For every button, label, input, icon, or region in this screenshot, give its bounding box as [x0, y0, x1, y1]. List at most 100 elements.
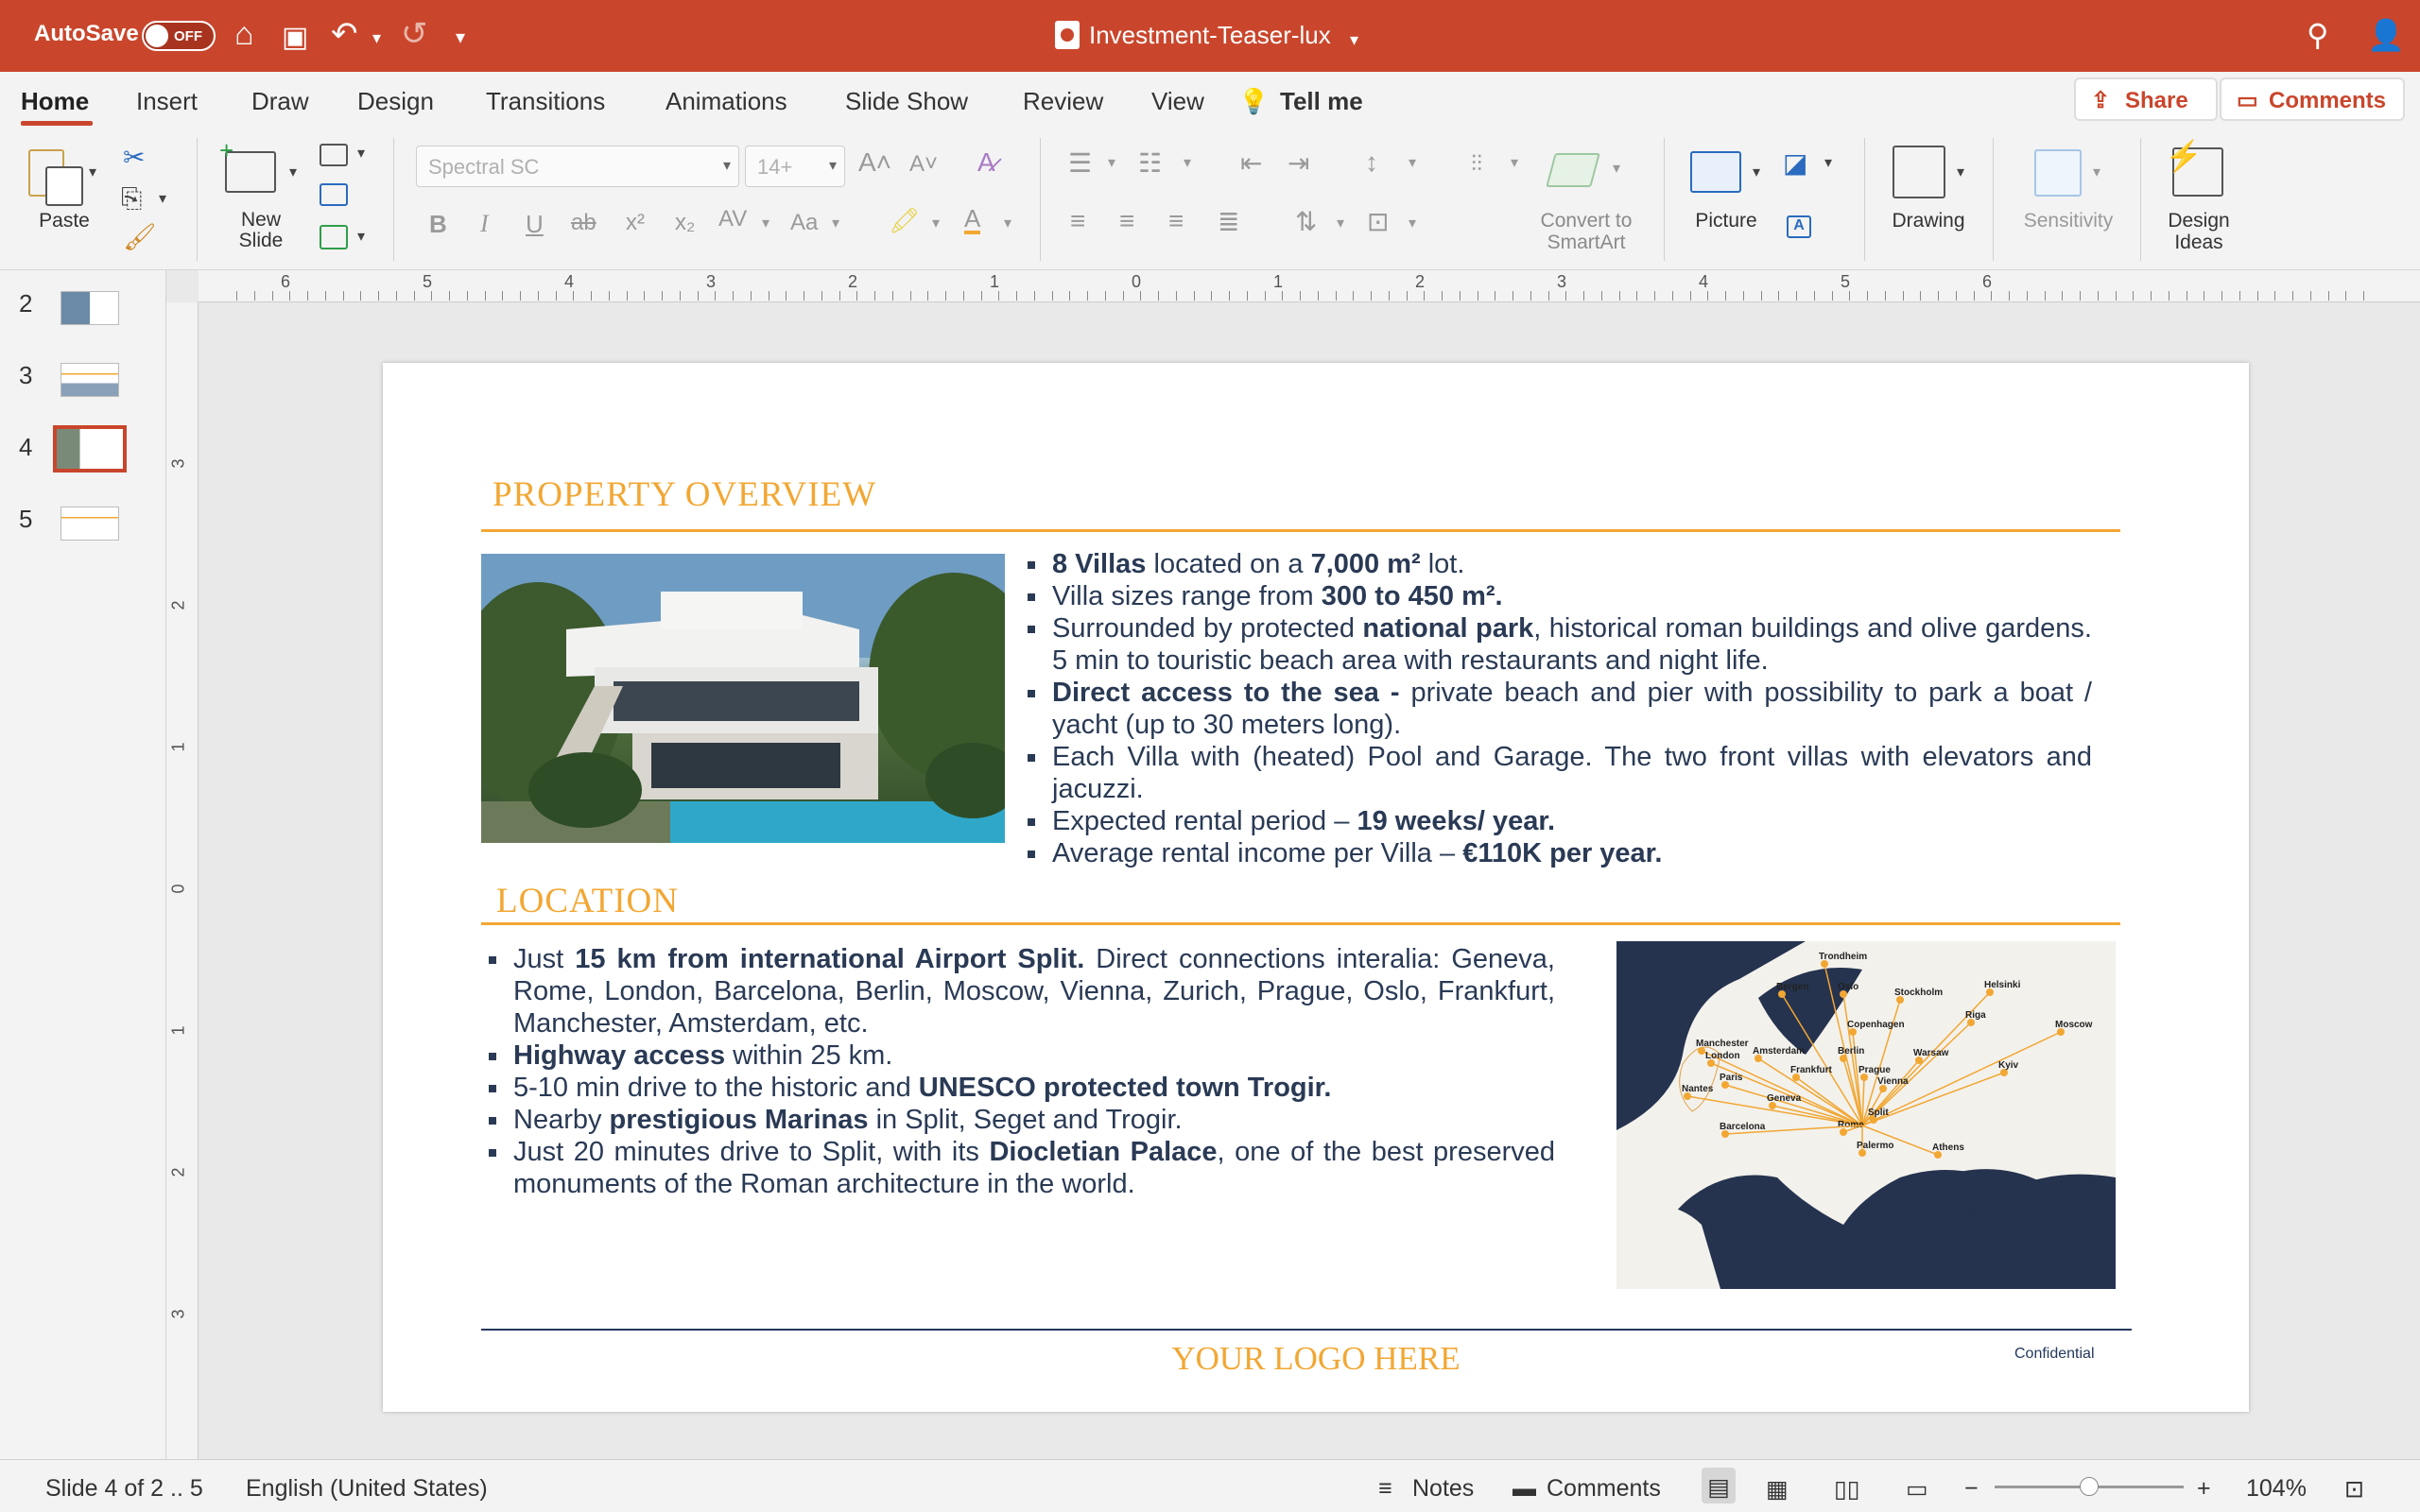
align-center-icon[interactable]: ≡	[1119, 206, 1134, 236]
subscript-icon[interactable]: x₂	[675, 210, 695, 236]
text-box-icon[interactable]: A	[1787, 215, 1811, 238]
font-name-combo[interactable]: Spectral SC ▾	[416, 146, 739, 187]
account-icon[interactable]: 👤	[2367, 17, 2405, 53]
increase-indent-icon[interactable]: ⇥	[1288, 147, 1309, 179]
cut-icon[interactable]: ✂	[123, 142, 145, 173]
text-direction-dropdown-icon[interactable]: ▾	[1337, 214, 1344, 232]
section-icon[interactable]	[320, 225, 348, 249]
format-painter-icon[interactable]: 🖌	[123, 221, 157, 252]
location-title[interactable]: LOCATION	[496, 881, 679, 921]
copy-dropdown-icon[interactable]: ▾	[159, 189, 166, 208]
font-color-dropdown-icon[interactable]: ▾	[1004, 214, 1011, 232]
tab-animations[interactable]: Animations	[666, 87, 787, 116]
slide-thumbnail-5[interactable]	[60, 507, 119, 541]
numbering-icon[interactable]: ☷	[1138, 147, 1162, 179]
section-dropdown-icon[interactable]: ▾	[357, 227, 365, 246]
tab-draw[interactable]: Draw	[251, 87, 309, 116]
tab-home[interactable]: Home	[21, 87, 89, 116]
underline-icon[interactable]: U	[526, 210, 544, 239]
zoom-slider-thumb[interactable]	[2080, 1477, 2099, 1496]
title-dropdown-icon[interactable]: ▾	[1350, 21, 1358, 59]
decrease-font-icon[interactable]: A˅	[909, 151, 938, 178]
shapes-icon[interactable]: ◪	[1783, 147, 1807, 179]
copy-icon[interactable]: ⎘	[121, 183, 142, 215]
italic-icon[interactable]: I	[480, 210, 489, 238]
line-spacing-icon[interactable]: ↕	[1365, 147, 1378, 178]
sensitivity-icon[interactable]	[2034, 149, 2082, 197]
location-bullet-list[interactable]: Just 15 km from international Airport Sp…	[489, 943, 1555, 1200]
undo-dropdown-icon[interactable]: ▾	[372, 19, 381, 57]
europe-map[interactable]: Trondheim Bergen Oslo Stockholm Helsinki Riga…	[1616, 941, 2116, 1289]
slide-show-icon[interactable]: ▭	[1906, 1475, 1928, 1503]
case-dropdown-icon[interactable]: ▾	[832, 214, 839, 232]
normal-view-icon[interactable]: ▤	[1702, 1468, 1736, 1503]
tab-review[interactable]: Review	[1023, 87, 1103, 116]
comments-status-button[interactable]: Comments	[1547, 1475, 1661, 1503]
zoom-in-icon[interactable]: +	[2197, 1475, 2211, 1503]
align-text-dropdown-icon[interactable]: ▾	[1409, 214, 1416, 232]
shapes-dropdown-icon[interactable]: ▾	[1824, 153, 1832, 172]
numbering-dropdown-icon[interactable]: ▾	[1184, 153, 1191, 172]
tab-slide-show[interactable]: Slide Show	[845, 87, 968, 116]
justify-icon[interactable]: ≣	[1218, 206, 1239, 237]
bullets-dropdown-icon[interactable]: ▾	[1108, 153, 1115, 172]
autosave-toggle[interactable]: OFF	[142, 21, 216, 51]
align-text-icon[interactable]: ⊡	[1367, 206, 1389, 237]
align-left-icon[interactable]: ≡	[1070, 206, 1085, 236]
logo-placeholder[interactable]: YOUR LOGO HERE	[383, 1340, 2249, 1378]
smartart-dropdown-icon[interactable]: ▾	[1613, 159, 1620, 178]
comments-button[interactable]: ▭ Comments	[2220, 77, 2405, 121]
columns-icon[interactable]: ⫶⫶	[1471, 151, 1482, 178]
superscript-icon[interactable]: x²	[626, 210, 645, 236]
highlight-icon[interactable]: 🖍	[889, 206, 920, 235]
columns-dropdown-icon[interactable]: ▾	[1511, 153, 1518, 172]
search-icon[interactable]: ⚲	[2307, 17, 2328, 53]
reset-slide-icon[interactable]	[320, 183, 348, 206]
drawing-dropdown-icon[interactable]: ▾	[1957, 163, 1964, 181]
slide-canvas[interactable]: PROPERTY OVERVIEW 8 Villas located on a …	[383, 363, 2249, 1412]
share-button[interactable]: ⇪ Share	[2074, 77, 2218, 121]
customize-toolbar-icon[interactable]: ▾	[456, 19, 465, 57]
layout-icon[interactable]	[320, 144, 348, 166]
slide-thumbnail-4[interactable]	[53, 425, 127, 472]
redo-icon[interactable]: ↺	[401, 15, 428, 53]
document-title[interactable]: Investment-Teaser-lux	[1089, 21, 1331, 50]
home-icon[interactable]: ⌂	[234, 15, 254, 53]
drawing-icon[interactable]	[1893, 146, 1945, 198]
character-spacing-icon[interactable]: AV	[718, 206, 747, 232]
reading-view-icon[interactable]: ▯▯	[1834, 1475, 1860, 1503]
fit-to-window-icon[interactable]: ⊡	[2344, 1475, 2364, 1503]
notes-button[interactable]: Notes	[1412, 1475, 1474, 1503]
bold-icon[interactable]: B	[429, 210, 447, 239]
clear-formatting-icon[interactable]: A̷	[977, 147, 995, 178]
language-indicator[interactable]: English (United States)	[246, 1475, 488, 1503]
tab-design[interactable]: Design	[357, 87, 434, 116]
tab-transitions[interactable]: Transitions	[486, 87, 605, 116]
smartart-icon[interactable]	[1546, 153, 1600, 187]
line-spacing-dropdown-icon[interactable]: ▾	[1409, 153, 1416, 172]
picture-dropdown-icon[interactable]: ▾	[1753, 163, 1760, 181]
tab-view[interactable]: View	[1151, 87, 1204, 116]
tell-me-search[interactable]: Tell me	[1280, 87, 1363, 116]
decrease-indent-icon[interactable]: ⇤	[1240, 147, 1262, 179]
slide-sorter-icon[interactable]: ▦	[1766, 1475, 1789, 1503]
villa-photo[interactable]	[481, 554, 1005, 843]
font-color-icon[interactable]: A	[964, 206, 981, 234]
align-right-icon[interactable]: ≡	[1168, 206, 1184, 236]
strikethrough-icon[interactable]: ab	[571, 210, 596, 236]
picture-icon[interactable]	[1690, 151, 1741, 193]
zoom-out-icon[interactable]: −	[1964, 1475, 1979, 1503]
slide-thumbnail-3[interactable]	[60, 363, 119, 397]
font-size-combo[interactable]: 14+ ▾	[745, 146, 845, 187]
paste-dropdown-icon[interactable]: ▾	[89, 163, 96, 181]
confidential-label[interactable]: Confidential	[2014, 1346, 2095, 1363]
change-case-icon[interactable]: Aa	[790, 210, 818, 236]
bullets-icon[interactable]: ☰	[1068, 147, 1092, 179]
tab-insert[interactable]: Insert	[136, 87, 198, 116]
sensitivity-dropdown-icon[interactable]: ▾	[2093, 163, 2100, 181]
highlight-dropdown-icon[interactable]: ▾	[932, 214, 940, 232]
new-slide-dropdown-icon[interactable]: ▾	[289, 163, 297, 181]
overview-bullet-list[interactable]: 8 Villas located on a 7,000 m² lot. Villa…	[1028, 548, 2092, 869]
undo-icon[interactable]: ↶	[331, 15, 358, 53]
increase-font-icon[interactable]: A˄	[858, 147, 891, 178]
